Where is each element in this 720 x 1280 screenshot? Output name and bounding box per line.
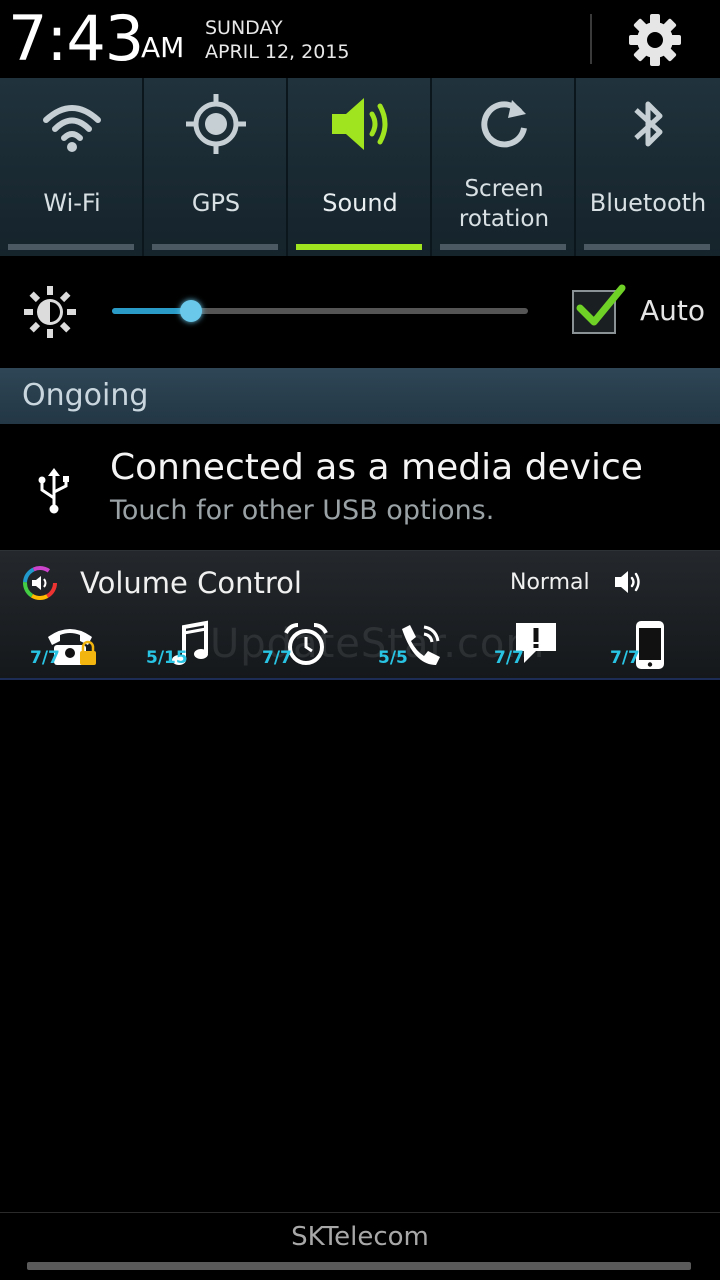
clock-ampm: AM xyxy=(141,31,185,64)
toggle-wifi-indicator xyxy=(8,244,134,250)
volume-stream-level: 7/7 xyxy=(262,648,292,668)
volume-stream-level: 7/7 xyxy=(30,648,60,668)
settings-gear-icon[interactable] xyxy=(623,8,687,72)
toggle-gps-label: GPS xyxy=(191,189,241,217)
toggle-sound[interactable]: Sound xyxy=(288,78,432,256)
toggle-wifi[interactable]: Wi-Fi xyxy=(0,78,144,256)
usb-notification-title: Connected as a media device xyxy=(110,447,643,488)
volume-stream-call[interactable]: 5/5 xyxy=(378,617,488,675)
usb-notification-subtitle: Touch for other USB options. xyxy=(110,495,495,526)
toggle-sound-label: Sound xyxy=(322,189,398,217)
volume-stream-level: 7/7 xyxy=(494,648,524,668)
usb-icon xyxy=(38,468,69,514)
speaker-icon xyxy=(615,571,640,593)
rotation-icon xyxy=(481,100,527,148)
auto-brightness-label: Auto xyxy=(640,294,706,327)
date-day: SUNDAY xyxy=(205,17,283,39)
volume-stream-notification[interactable]: 7/7 xyxy=(494,617,604,675)
toggle-rotation-label-text: Screen rotation xyxy=(458,176,550,232)
volume-stream-level: 5/5 xyxy=(378,648,408,668)
toggle-sound-indicator xyxy=(296,244,422,250)
brightness-slider[interactable] xyxy=(112,308,528,314)
volume-control-logo-icon xyxy=(23,566,57,600)
sound-mode-label: Normal xyxy=(510,570,590,595)
sound-icon xyxy=(332,98,388,150)
volume-control-notification[interactable]: Volume Control Normal UpdateStar.com 7/7 xyxy=(0,550,720,680)
ongoing-section-header: Ongoing xyxy=(0,368,720,424)
toggle-bluetooth[interactable]: Bluetooth xyxy=(576,78,720,256)
volume-stream-system[interactable]: 7/7 xyxy=(610,617,720,675)
clock-time: 7:43 xyxy=(8,2,144,75)
usb-notification[interactable]: Connected as a media device Touch for ot… xyxy=(0,424,720,550)
gps-icon xyxy=(186,94,246,154)
footer-divider xyxy=(0,1212,720,1213)
auto-brightness-checkbox[interactable] xyxy=(572,284,626,334)
volume-stream-level: 7/7 xyxy=(610,648,640,668)
carrier-label: SKTelecom xyxy=(291,1222,429,1252)
volume-streams: 7/7 5/15 7/7 5/5 7/7 7/7 xyxy=(0,617,720,675)
wifi-icon xyxy=(43,105,101,152)
toggle-gps-indicator xyxy=(152,244,278,250)
toggle-rotation-indicator xyxy=(440,244,566,250)
volume-control-title: Volume Control xyxy=(80,566,302,600)
toggle-bluetooth-indicator xyxy=(584,244,710,250)
quick-settings-toggles: Wi-Fi GPS Sound Screen rotation Bluetoot… xyxy=(0,78,720,256)
brightness-icon xyxy=(24,286,76,338)
brightness-slider-thumb[interactable] xyxy=(180,300,203,322)
date-full: APRIL 12, 2015 xyxy=(205,41,350,63)
volume-stream-level: 5/15 xyxy=(146,648,188,668)
header-divider xyxy=(590,14,592,64)
notification-header: 7:43 AM SUNDAY APRIL 12, 2015 xyxy=(0,0,720,78)
toggle-gps[interactable]: GPS xyxy=(144,78,288,256)
toggle-bluetooth-label: Bluetooth xyxy=(589,189,707,217)
volume-stream-music[interactable]: 5/15 xyxy=(146,617,256,675)
panel-drag-handle[interactable] xyxy=(27,1262,691,1270)
ongoing-label: Ongoing xyxy=(22,378,149,413)
toggle-rotation-label: Screen rotation xyxy=(432,174,576,234)
bluetooth-icon xyxy=(634,101,663,147)
toggle-wifi-label: Wi-Fi xyxy=(43,189,101,217)
toggle-screen-rotation[interactable]: Screen rotation xyxy=(432,78,576,256)
checkmark-icon xyxy=(576,284,626,326)
volume-stream-alarm[interactable]: 7/7 xyxy=(262,617,372,675)
brightness-row: Auto xyxy=(0,256,720,366)
volume-stream-ringtone[interactable]: 7/7 xyxy=(30,617,140,675)
